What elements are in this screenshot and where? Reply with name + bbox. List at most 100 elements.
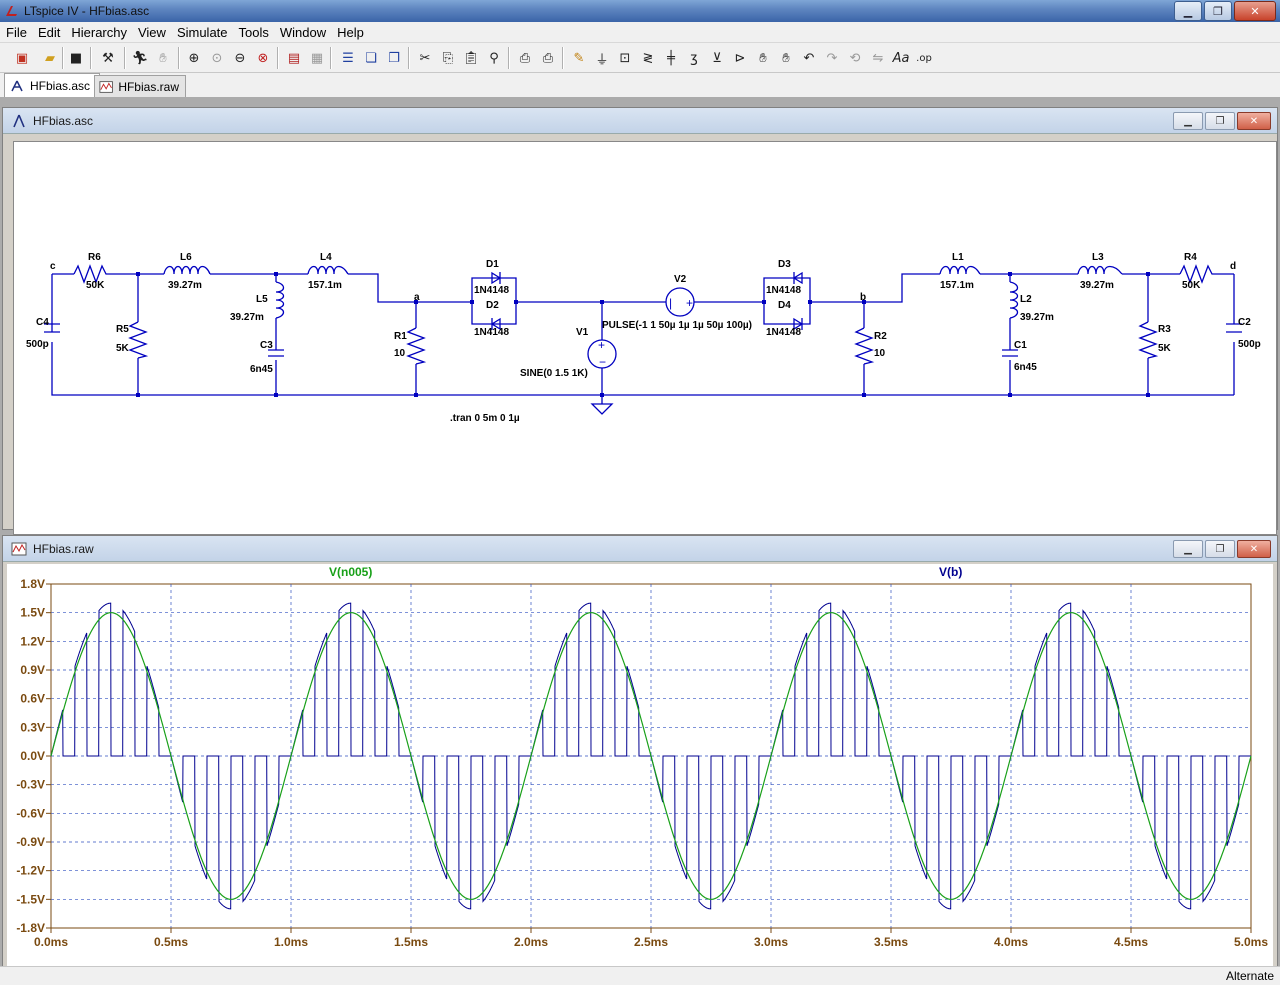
resistor-icon[interactable]: ≷ <box>638 48 658 68</box>
waveform-window-title: HFbias.raw <box>33 541 94 556</box>
ground-icon[interactable]: ⏚ <box>592 48 612 68</box>
svg-text:10: 10 <box>874 348 886 359</box>
window-title: LTspice IV - HFbias.asc <box>24 4 150 18</box>
diode-icon[interactable]: ⊻ <box>707 48 727 68</box>
svg-text:157.1m: 157.1m <box>308 280 342 291</box>
tile-vertical-icon[interactable]: ❐ <box>384 48 404 68</box>
tab-hfbias-raw[interactable]: HFbias.raw <box>94 75 186 98</box>
open-schematic-icon[interactable]: ▣ <box>12 48 32 68</box>
schematic-minimize-button[interactable]: ▁ <box>1173 112 1203 130</box>
svg-text:R6: R6 <box>88 252 101 263</box>
x-tick-label: 3.0ms <box>754 935 788 949</box>
delete-trace-icon[interactable]: ▦ <box>307 48 327 68</box>
save-icon[interactable]: ■ <box>66 48 86 68</box>
y-tick-label: 1.2V <box>20 634 45 648</box>
cut-icon[interactable]: ✂ <box>415 48 435 68</box>
component-icon[interactable]: ⊳ <box>730 48 750 68</box>
svg-text:5K: 5K <box>1158 343 1172 354</box>
menu-view[interactable]: View <box>132 25 171 40</box>
schematic-window[interactable]: HFbias.asc ▁ ❐ ✕ + − + | c a b d R6 50K … <box>2 107 1278 535</box>
open-file-icon[interactable]: ▰ <box>40 48 60 68</box>
menu-hierarchy[interactable]: Hierarchy <box>65 25 132 40</box>
tab-hfbias-asc[interactable]: HFbias.asc <box>4 73 100 98</box>
cascade-icon[interactable]: ❏ <box>361 48 381 68</box>
pan-icon[interactable]: ⊙ <box>207 48 227 68</box>
x-tick-label: 0.5ms <box>154 935 188 949</box>
waveform-minimize-button[interactable]: ▁ <box>1173 540 1203 558</box>
svg-text:+: + <box>598 338 605 352</box>
capacitor-icon[interactable]: ╪ <box>661 48 681 68</box>
status-text: Alternate <box>1225 969 1274 983</box>
zoom-in-icon[interactable]: ⊕ <box>184 48 204 68</box>
halt-icon[interactable]: ✋︎ <box>153 48 173 68</box>
svg-text:L4: L4 <box>320 252 332 263</box>
spice-directive-icon[interactable]: .op <box>914 48 934 68</box>
x-tick-label: 1.0ms <box>274 935 308 949</box>
wire-icon[interactable]: ✎ <box>569 48 589 68</box>
tab-label: HFbias.asc <box>30 79 91 93</box>
waveform-close-button[interactable]: ✕ <box>1237 540 1271 558</box>
waveform-plot-area[interactable]: V(n005) V(b) 0.0ms 0.5ms 1.0ms 1.5ms 2.0ms 2.… <box>7 564 1273 968</box>
svg-text:1N4148: 1N4148 <box>474 285 509 296</box>
svg-text:L1: L1 <box>952 252 964 263</box>
run-icon[interactable]: 🏃︎ <box>130 48 150 68</box>
x-tick-label: 4.5ms <box>1114 935 1148 949</box>
svg-text:6n45: 6n45 <box>250 364 273 375</box>
svg-text:+: + <box>686 296 693 310</box>
node-c-label: c <box>50 261 56 272</box>
svg-text:C1: C1 <box>1014 340 1027 351</box>
autorange-icon[interactable]: ▤ <box>284 48 304 68</box>
paste-icon[interactable]: 📋︎ <box>461 48 481 68</box>
y-tick-label: -1.8V <box>16 921 45 935</box>
text-icon[interactable]: Aa <box>891 48 911 68</box>
waveform-window[interactable]: HFbias.raw ▁ ❐ ✕ V(n005) V(b) 0.0ms 0.5ms… <box>2 535 1278 968</box>
waveform-restore-button[interactable]: ❐ <box>1205 540 1235 558</box>
y-tick-label: -1.2V <box>16 864 45 878</box>
zoom-out-icon[interactable]: ⊖ <box>230 48 250 68</box>
schematic-window-title-bar[interactable]: HFbias.asc ▁ ❐ ✕ <box>3 108 1277 134</box>
print-preview-icon[interactable]: ⎙ <box>515 48 535 68</box>
print-icon[interactable]: ⎙ <box>538 48 558 68</box>
control-panel-icon[interactable]: ⚒ <box>98 48 118 68</box>
menu-edit[interactable]: Edit <box>32 25 65 40</box>
waveform-chart: V(n005) V(b) 0.0ms 0.5ms 1.0ms 1.5ms 2.0ms 2.… <box>16 565 1268 949</box>
undo-icon[interactable]: ↶ <box>799 48 819 68</box>
svg-text:C2: C2 <box>1238 317 1251 328</box>
x-tick-label: 2.5ms <box>634 935 668 949</box>
minimize-button[interactable]: ▁ <box>1174 1 1202 21</box>
waveform-window-title-bar[interactable]: HFbias.raw ▁ ❐ ✕ <box>3 536 1277 562</box>
rotate-icon[interactable]: ⟲ <box>845 48 865 68</box>
maximize-button[interactable]: ❐ <box>1204 1 1232 21</box>
y-tick-label: 1.5V <box>20 606 45 620</box>
svg-text:C4: C4 <box>36 317 49 328</box>
menu-file[interactable]: File <box>0 25 32 40</box>
menu-help[interactable]: Help <box>331 25 369 40</box>
svg-text:R4: R4 <box>1184 252 1197 263</box>
tab-label: HFbias.raw <box>118 80 179 94</box>
zoom-fit-icon[interactable]: ⊗ <box>253 48 273 68</box>
trace-label-vb: V(b) <box>939 565 962 579</box>
menu-simulate[interactable]: Simulate <box>171 25 233 40</box>
menu-window[interactable]: Window <box>274 25 331 40</box>
waveform-icon <box>11 542 27 555</box>
menu-tools[interactable]: Tools <box>233 25 274 40</box>
mirror-icon[interactable]: ⇋ <box>868 48 888 68</box>
redo-icon[interactable]: ↷ <box>822 48 842 68</box>
tile-horizontal-icon[interactable]: ☰ <box>338 48 358 68</box>
move-icon[interactable]: ✋︎ <box>753 48 773 68</box>
schematic-drawing: + − + | c a b d R6 50K L6 39.27m L4 157.… <box>26 252 1261 424</box>
label-net-icon[interactable]: ⊡ <box>615 48 635 68</box>
copy-icon[interactable]: ⎘ <box>438 48 458 68</box>
window-title-bar[interactable]: LTspice IV - HFbias.asc ▁ ❐ ✕ <box>0 0 1280 22</box>
svg-text:L6: L6 <box>180 252 192 263</box>
inductor-icon[interactable]: ʒ <box>684 48 704 68</box>
svg-text:D2: D2 <box>486 300 499 311</box>
svg-text:10: 10 <box>394 348 406 359</box>
find-icon[interactable]: ⚲ <box>484 48 504 68</box>
drag-icon[interactable]: ✋︎ <box>776 48 796 68</box>
svg-text:|: | <box>669 296 672 310</box>
close-button[interactable]: ✕ <box>1234 1 1276 21</box>
schematic-close-button[interactable]: ✕ <box>1237 112 1271 130</box>
schematic-restore-button[interactable]: ❐ <box>1205 112 1235 130</box>
schematic-canvas[interactable]: + − + | c a b d R6 50K L6 39.27m L4 157.… <box>13 141 1277 535</box>
